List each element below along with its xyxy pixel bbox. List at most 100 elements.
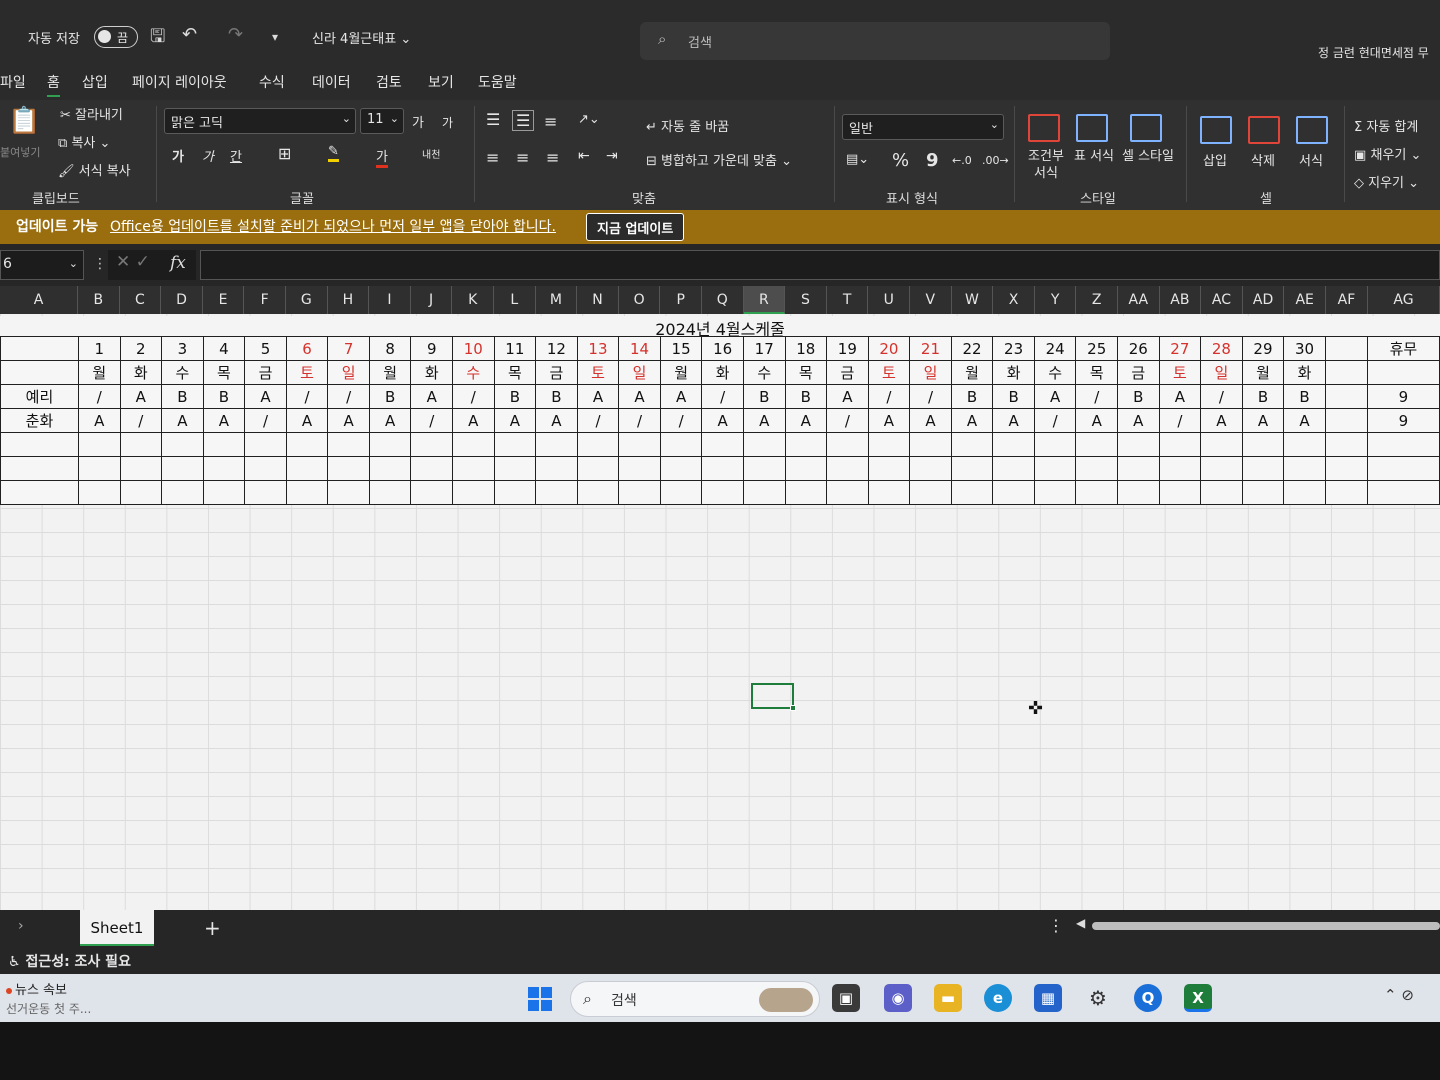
empty-cell[interactable]	[119, 480, 163, 505]
empty-cell[interactable]	[659, 456, 703, 481]
column-header-ad[interactable]: AD	[1243, 286, 1285, 314]
empty-cell[interactable]	[285, 432, 329, 457]
delete-cells-button[interactable]: 삭제	[1251, 150, 1275, 169]
weekday-cell[interactable]: 목	[493, 360, 537, 385]
weekday-cell[interactable]: 화	[992, 360, 1035, 385]
shift-cell[interactable]: A	[1075, 408, 1118, 433]
shift-cell[interactable]: /	[410, 408, 453, 433]
column-header-j[interactable]: J	[411, 286, 453, 314]
weekday-cell[interactable]: 토	[576, 360, 620, 385]
fill-handle[interactable]	[790, 705, 796, 711]
shift-cell[interactable]: A	[784, 408, 828, 433]
empty-cell[interactable]	[1366, 456, 1440, 481]
weekday-cell[interactable]: 목	[202, 360, 246, 385]
file-explorer-icon[interactable]: ▬	[934, 984, 962, 1012]
increase-decimal-icon[interactable]: ←.0	[952, 154, 972, 167]
empty-cell[interactable]	[202, 456, 246, 481]
comma-button[interactable]: 9	[926, 150, 939, 171]
day-cell[interactable]: 16	[701, 336, 744, 361]
shift-cell[interactable]: /	[244, 408, 287, 433]
empty-cell[interactable]	[742, 456, 786, 481]
active-cell-selection[interactable]	[751, 683, 796, 711]
day-cell[interactable]: 8	[368, 336, 412, 361]
empty-cell[interactable]	[1033, 432, 1077, 457]
weekday-cell[interactable]: 화	[410, 360, 453, 385]
empty-cell[interactable]	[1241, 480, 1285, 505]
empty-cell[interactable]	[1075, 480, 1118, 505]
shift-cell[interactable]: A	[1158, 384, 1202, 409]
empty-cell[interactable]	[1324, 456, 1368, 481]
column-header-e[interactable]: E	[203, 286, 245, 314]
column-header-v[interactable]: V	[910, 286, 952, 314]
blank-cell[interactable]	[1366, 360, 1440, 385]
weekday-cell[interactable]: 일	[327, 360, 370, 385]
worksheet-grid[interactable]: A B C D E F G H I J K L M N O P Q R S T U V W X Y Z AA AB AC AD AE AF AG…	[0, 286, 1440, 910]
add-sheet-button[interactable]: +	[204, 916, 221, 940]
empty-cell[interactable]	[1283, 456, 1326, 481]
weekday-cell[interactable]: 토	[867, 360, 911, 385]
empty-cell[interactable]	[1158, 432, 1202, 457]
empty-cell[interactable]	[1158, 480, 1202, 505]
empty-cell[interactable]	[950, 480, 994, 505]
shift-cell[interactable]: /	[701, 384, 744, 409]
day-cell[interactable]: 12	[535, 336, 578, 361]
empty-cell[interactable]	[0, 456, 79, 481]
empty-cell[interactable]	[576, 456, 620, 481]
excel-app-icon[interactable]: X	[1184, 984, 1212, 1012]
empty-cell[interactable]	[909, 456, 952, 481]
redo-icon[interactable]: ↷	[228, 24, 243, 45]
empty-cell[interactable]	[119, 432, 163, 457]
empty-cell[interactable]	[867, 432, 911, 457]
shift-cell[interactable]: B	[1117, 384, 1160, 409]
empty-cell[interactable]	[161, 432, 204, 457]
border-icon[interactable]: ⊞	[278, 144, 291, 163]
conditional-format-icon[interactable]	[1028, 114, 1060, 142]
sheet-tab-sheet1[interactable]: Sheet1	[80, 910, 154, 946]
shift-cell[interactable]: A	[576, 384, 620, 409]
empty-cell[interactable]	[327, 480, 370, 505]
weekday-cell[interactable]: 수	[161, 360, 204, 385]
font-size-dropdown[interactable]: 11 ⌄	[360, 108, 404, 134]
column-header-t[interactable]: T	[827, 286, 869, 314]
shift-cell[interactable]: B	[368, 384, 412, 409]
cut-button[interactable]: ✂ 잘라내기	[60, 104, 123, 123]
column-header-l[interactable]: L	[494, 286, 536, 314]
shift-cell[interactable]: B	[535, 384, 578, 409]
day-cell[interactable]: 15	[659, 336, 703, 361]
blank-cell[interactable]	[1324, 360, 1368, 385]
empty-cell[interactable]	[1366, 432, 1440, 457]
shift-cell[interactable]: /	[1158, 408, 1202, 433]
empty-cell[interactable]	[452, 456, 495, 481]
orientation-icon[interactable]: ↗⌄	[578, 112, 600, 127]
shift-cell[interactable]: A	[452, 408, 495, 433]
search-box[interactable]: ⌕ 검색	[640, 22, 1110, 60]
enter-icon[interactable]: ✓	[136, 252, 150, 272]
empty-cell[interactable]	[368, 480, 412, 505]
empty-cell[interactable]	[742, 432, 786, 457]
shift-cell[interactable]: A	[410, 384, 453, 409]
weekday-cell[interactable]: 토	[1158, 360, 1202, 385]
empty-cell[interactable]	[535, 432, 578, 457]
update-now-button[interactable]: 지금 업데이트	[586, 213, 685, 241]
shift-cell[interactable]: A	[1117, 408, 1160, 433]
shift-cell[interactable]: A	[202, 408, 246, 433]
shift-cell[interactable]: A	[909, 408, 952, 433]
weekday-cell[interactable]: 목	[784, 360, 828, 385]
weekday-cell[interactable]: 수	[742, 360, 786, 385]
empty-cell[interactable]	[992, 432, 1035, 457]
cell-styles-icon[interactable]	[1130, 114, 1162, 142]
column-header-s[interactable]: S	[785, 286, 827, 314]
blank-cell[interactable]	[1324, 384, 1368, 409]
italic-button[interactable]: 가	[202, 146, 214, 165]
autosave-toggle[interactable]: 끔	[94, 26, 138, 48]
day-cell[interactable]: 14	[618, 336, 661, 361]
column-header-d[interactable]: D	[161, 286, 203, 314]
weekday-cell[interactable]: 월	[659, 360, 703, 385]
shift-cell[interactable]: /	[618, 408, 661, 433]
column-header-ac[interactable]: AC	[1201, 286, 1243, 314]
empty-cell[interactable]	[77, 480, 121, 505]
tab-view[interactable]: 보기	[428, 72, 454, 92]
day-cell[interactable]: 7	[327, 336, 370, 361]
shift-cell[interactable]: A	[826, 384, 869, 409]
empty-cell[interactable]	[244, 432, 287, 457]
